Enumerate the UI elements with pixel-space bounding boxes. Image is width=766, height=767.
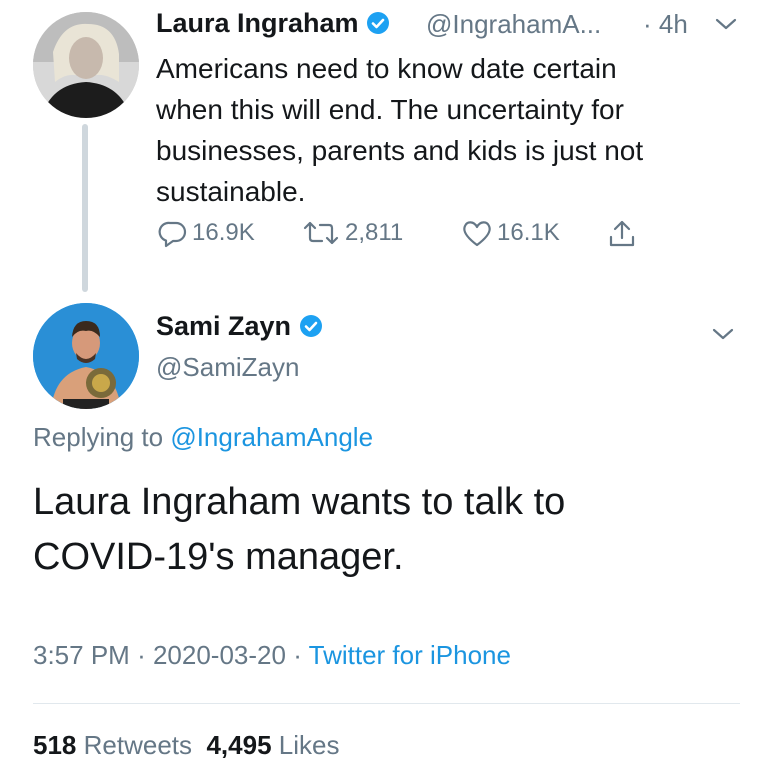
like-count: 16.1K <box>497 219 560 246</box>
tweet-text-line: sustainable. <box>156 176 306 207</box>
tweet-text: Americans need to know date certain when… <box>156 48 746 212</box>
tweet-text-line: businesses, parents and kids is just not <box>156 135 644 166</box>
retweets-label: Retweets <box>83 730 193 760</box>
author-handle[interactable]: @SamiZayn <box>156 352 299 383</box>
likes-label: Likes <box>278 730 340 760</box>
reply-count: 16.9K <box>192 219 255 246</box>
tweet-text: Laura Ingraham wants to talk to COVID-19… <box>33 475 743 585</box>
author-name[interactable]: Laura Ingraham <box>156 8 390 39</box>
likes-stat[interactable]: 4,495 Likes <box>206 730 339 760</box>
heart-icon <box>463 221 491 247</box>
retweet-total: 518 <box>33 730 77 760</box>
author-handle[interactable]: @IngrahamA... <box>426 9 601 40</box>
share-icon <box>609 220 635 247</box>
retweet-icon <box>303 221 339 245</box>
meta-separator: · <box>137 640 146 670</box>
like-total: 4,495 <box>206 730 272 760</box>
tweet-text-line: Americans need to know date certain <box>156 53 617 84</box>
reply-button[interactable]: 16.9K <box>158 218 255 248</box>
sami-zayn-avatar[interactable] <box>33 303 139 409</box>
author-name-text[interactable]: Sami Zayn <box>156 311 291 341</box>
chevron-down-icon[interactable] <box>714 16 738 32</box>
tweet-text-line: Laura Ingraham wants to talk to <box>33 481 566 523</box>
retweet-button[interactable]: 2,811 <box>301 218 403 248</box>
reply-icon <box>158 221 187 248</box>
tweet-text-line: COVID-19's manager. <box>33 536 404 578</box>
tweet-meta: 3:57 PM · 2020-03-20 · Twitter for iPhon… <box>33 640 511 671</box>
laura-ingraham-avatar[interactable] <box>33 12 139 118</box>
author-name[interactable]: Sami Zayn <box>156 311 323 342</box>
verified-badge-icon <box>367 12 390 34</box>
tweet-timestamp[interactable]: · 4h <box>643 9 688 40</box>
tweet-source-link[interactable]: Twitter for iPhone <box>309 640 511 670</box>
verified-badge-icon <box>299 315 322 337</box>
divider <box>33 703 740 704</box>
chevron-down-icon[interactable] <box>711 326 735 342</box>
retweet-count: 2,811 <box>345 219 404 246</box>
tweet-date[interactable]: 2020-03-20 <box>153 640 286 670</box>
replying-to: Replying to @IngrahamAngle <box>33 422 373 453</box>
share-button[interactable] <box>607 218 641 250</box>
author-name-text[interactable]: Laura Ingraham <box>156 8 359 38</box>
engagement-stats: 518 Retweets 4,495 Likes <box>33 730 339 761</box>
thread-connector-line <box>82 124 88 292</box>
mention-link[interactable]: @IngrahamAngle <box>170 422 373 452</box>
replying-to-label: Replying to <box>33 422 164 452</box>
tweet-text-line: when this will end. The uncertainty for <box>156 94 624 125</box>
retweets-stat[interactable]: 518 Retweets <box>33 730 192 760</box>
tweet-time[interactable]: 3:57 PM <box>33 640 130 670</box>
like-button[interactable]: 16.1K <box>461 218 560 248</box>
meta-separator: · <box>293 640 302 670</box>
